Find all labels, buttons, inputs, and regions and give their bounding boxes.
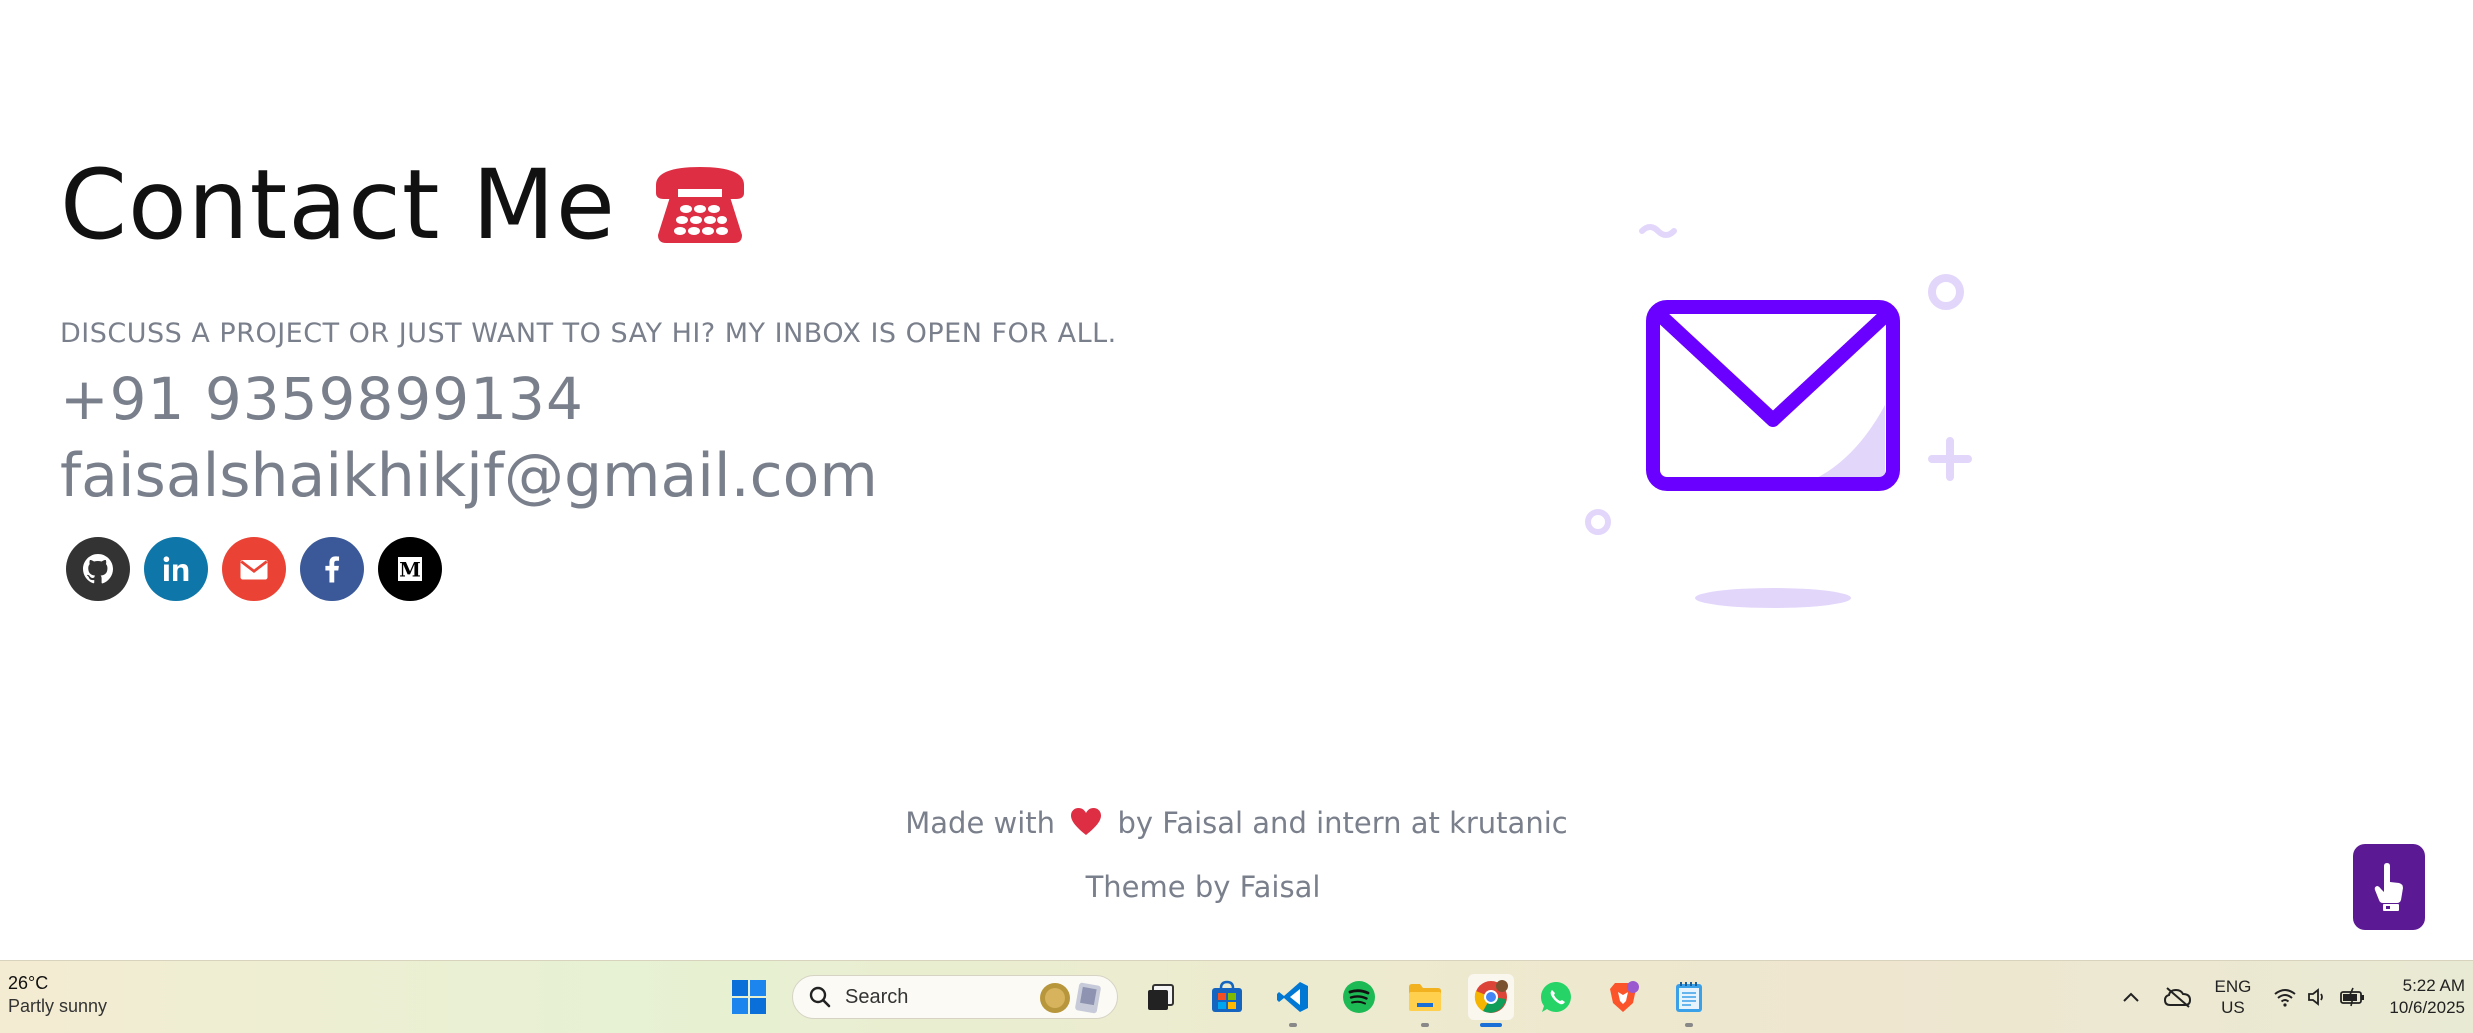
onedrive-offline-icon[interactable] [2163, 986, 2193, 1008]
volume-icon [2308, 988, 2324, 1006]
envelope-icon [240, 560, 268, 580]
start-icon [732, 980, 766, 1014]
search-highlight-icon [1040, 982, 1101, 1014]
file-explorer-button[interactable] [1402, 974, 1448, 1027]
whatsapp-button[interactable] [1534, 974, 1580, 1020]
store-icon [1212, 980, 1242, 1012]
phone-number: +91 9359899134 [60, 365, 584, 433]
clock-date: 10/6/2025 [2389, 998, 2465, 1017]
page: Contact Me DISCUSS A PROJECT OR JUST WAN… [0, 0, 2473, 960]
contact-subtitle: DISCUSS A PROJECT OR JUST WANT TO SAY HI… [60, 318, 1117, 349]
region-code: US [2221, 998, 2245, 1017]
weather-condition: Partly sunny [8, 996, 108, 1016]
telephone-icon [650, 163, 750, 247]
search-icon [809, 986, 831, 1008]
clock[interactable]: 5:22 AM 10/6/2025 [2389, 975, 2465, 1019]
svg-text:M: M [399, 559, 421, 582]
medium-link[interactable]: M [378, 537, 442, 601]
pointing-hand-icon [2374, 863, 2403, 911]
running-indicator [1685, 1023, 1693, 1027]
running-indicator [1289, 1023, 1297, 1027]
wifi-icon [2274, 989, 2296, 1007]
footer-made-with: Made with by Faisal and intern at krutan… [0, 806, 2473, 840]
notepad-button[interactable] [1666, 974, 1712, 1027]
footer-theme: Theme by Faisal [1085, 870, 1321, 904]
facebook-icon [325, 556, 340, 583]
file-explorer-icon [1409, 984, 1441, 1011]
heart-icon [1070, 807, 1102, 837]
start-button[interactable] [726, 974, 772, 1020]
chevron-up-icon[interactable] [2121, 990, 2141, 1004]
task-view-icon [1148, 984, 1174, 1010]
language-indicator[interactable]: ENG US [2215, 976, 2252, 1018]
brave-button[interactable] [1600, 974, 1646, 1020]
title-row: Contact Me [60, 140, 1360, 270]
spotify-icon [1343, 981, 1375, 1013]
contact-section: Contact Me DISCUSS A PROJECT OR JUST WAN… [60, 140, 1360, 601]
search-label: Search [845, 985, 909, 1008]
spotify-button[interactable] [1336, 974, 1382, 1020]
weather-temp: 26°C [8, 973, 49, 993]
medium-icon: M [398, 557, 422, 582]
floating-action-button[interactable] [2353, 844, 2425, 930]
linkedin-link[interactable] [144, 537, 208, 601]
vscode-button[interactable] [1270, 974, 1316, 1027]
github-link[interactable] [66, 537, 130, 601]
store-button[interactable] [1204, 974, 1250, 1020]
mail-illustration [1580, 215, 1980, 615]
whatsapp-icon [1540, 981, 1571, 1012]
taskbar: 26°C Partly sunny Search ENG US 5:22 AM … [0, 960, 2473, 1033]
footer-made-suffix: by Faisal and intern at krutanic [1117, 806, 1568, 840]
social-links: M [60, 537, 1360, 601]
notepad-icon [1676, 982, 1702, 1012]
clock-time: 5:22 AM [2402, 976, 2465, 995]
taskbar-apps: Search [726, 969, 1712, 1027]
github-icon [83, 554, 113, 584]
task-view-button[interactable] [1138, 974, 1184, 1020]
quick-settings[interactable] [2273, 987, 2367, 1007]
system-tray: ENG US 5:22 AM 10/6/2025 [2121, 971, 2465, 1023]
weather-widget[interactable]: 26°C Partly sunny [8, 973, 107, 1017]
page-title: Contact Me [60, 149, 616, 261]
running-indicator [1421, 1023, 1429, 1027]
battery-icon [2340, 987, 2365, 1007]
chrome-icon [1474, 980, 1508, 1013]
footer-made-prefix: Made with [905, 806, 1056, 840]
language-code: ENG [2214, 977, 2252, 996]
active-indicator [1480, 1023, 1502, 1027]
chrome-button[interactable] [1468, 974, 1514, 1027]
vscode-icon [1277, 982, 1308, 1012]
email-address: faisalshaikhikjf@gmail.com [60, 441, 878, 511]
facebook-link[interactable] [300, 537, 364, 601]
linkedin-icon [163, 556, 189, 581]
brave-icon [1610, 981, 1639, 1012]
taskbar-search[interactable]: Search [792, 975, 1118, 1019]
gmail-link[interactable] [222, 537, 286, 601]
